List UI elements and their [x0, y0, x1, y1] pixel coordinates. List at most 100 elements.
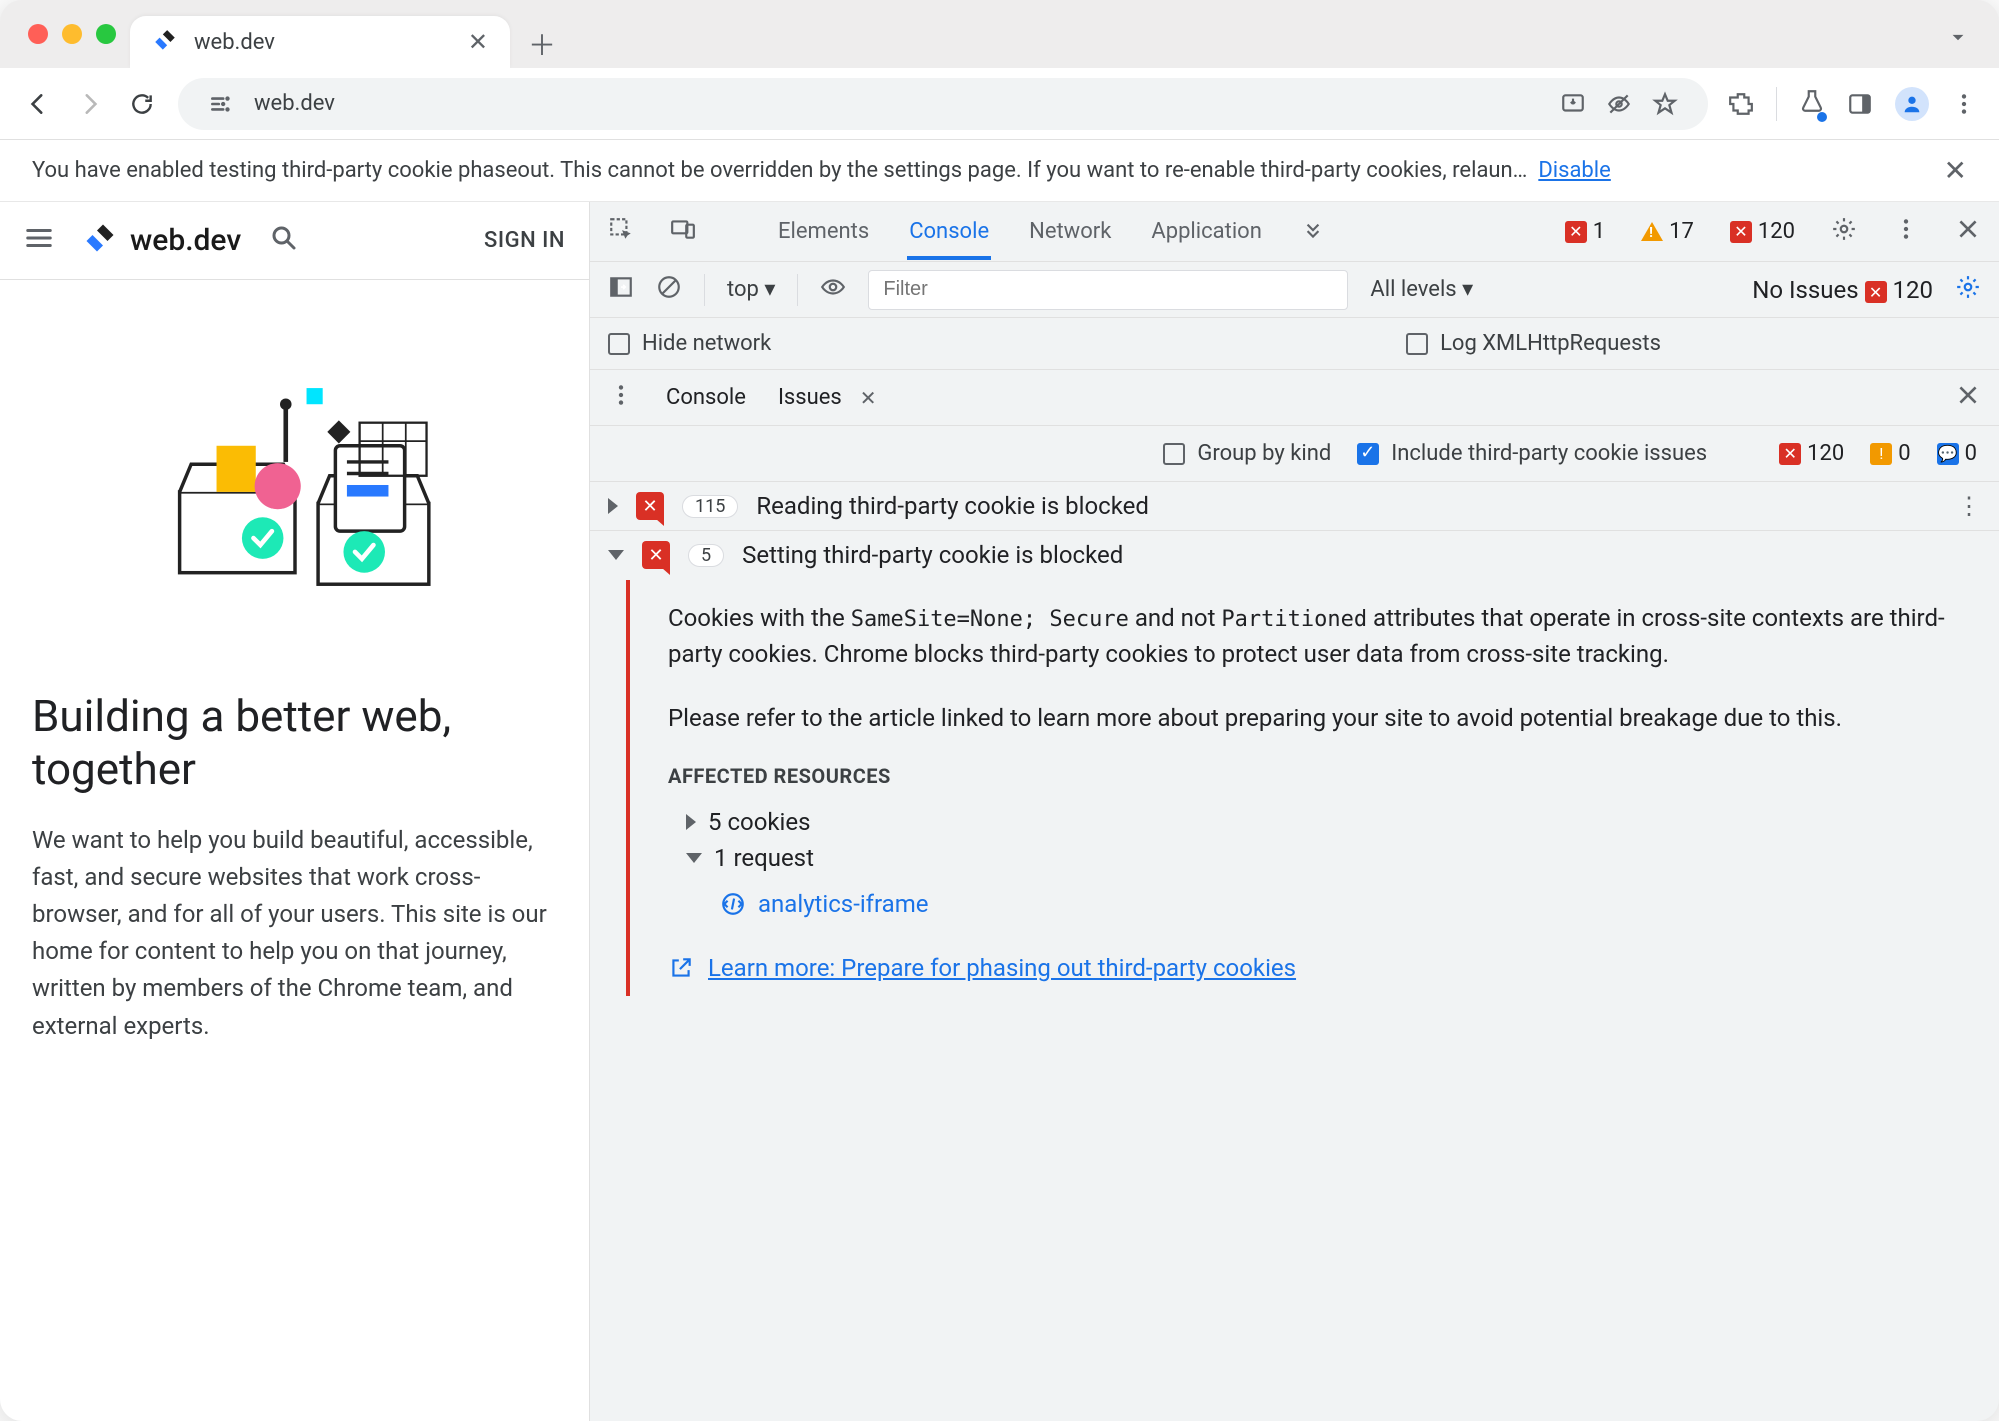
address-bar[interactable]: web.dev — [178, 78, 1708, 130]
tab-close-icon[interactable]: ✕ — [468, 28, 488, 56]
issue-row-reading[interactable]: ✕ 115 Reading third-party cookie is bloc… — [590, 482, 1999, 531]
labs-icon[interactable] — [1799, 88, 1825, 120]
devtools-menu-icon[interactable] — [1893, 216, 1919, 248]
browser-tab[interactable]: web.dev ✕ — [130, 16, 510, 68]
collapse-caret-icon[interactable] — [686, 853, 702, 863]
page-content: web.dev SIGN IN — [0, 202, 590, 1421]
search-icon[interactable] — [269, 223, 299, 259]
group-by-kind-checkbox[interactable]: Group by kind — [1163, 441, 1331, 466]
expand-caret-icon[interactable] — [608, 498, 618, 514]
issue-count-badge: 115 — [682, 495, 738, 518]
affected-resources-heading: AFFECTED RESOURCES — [668, 764, 1967, 788]
issues-blue-count[interactable]: 💬0 — [1937, 441, 1977, 466]
issue-title: Setting third-party cookie is blocked — [742, 541, 1123, 569]
console-toolbar: top ▾ All levels ▾ No Issues ✕ 120 — [590, 262, 1999, 318]
issue-title: Reading third-party cookie is blocked — [756, 492, 1149, 520]
message-count[interactable]: ✕120 — [1730, 219, 1795, 244]
reload-button[interactable] — [126, 88, 158, 120]
tab-dropdown-icon[interactable] — [1945, 24, 1981, 60]
side-panel-icon[interactable] — [1847, 91, 1873, 117]
brand-text: web.dev — [130, 223, 241, 258]
console-settings-bar: Hide network Log XMLHttpRequests — [590, 318, 1999, 370]
tab-favicon-icon — [152, 29, 178, 55]
maximize-window-icon[interactable] — [96, 24, 116, 44]
more-tabs-icon[interactable] — [1300, 216, 1326, 248]
issues-red-count[interactable]: ✕120 — [1779, 441, 1844, 466]
issues-orange-count[interactable]: !0 — [1870, 441, 1910, 466]
collapse-caret-icon[interactable] — [608, 550, 624, 560]
eye-off-icon[interactable] — [1606, 91, 1632, 117]
context-selector[interactable]: top ▾ — [727, 277, 775, 302]
drawer-menu-icon[interactable] — [608, 382, 634, 414]
infobar-close-icon[interactable]: ✕ — [1924, 154, 1967, 187]
bookmark-star-icon[interactable] — [1652, 91, 1678, 117]
issue-severity-icon: ✕ — [636, 492, 664, 520]
tab-strip: web.dev ✕ ＋ — [0, 0, 1999, 68]
iframe-icon — [720, 891, 746, 917]
issue-count-badge: 5 — [688, 544, 724, 567]
install-icon[interactable] — [1560, 91, 1586, 117]
browser-window: web.dev ✕ ＋ web.dev — [0, 0, 1999, 1421]
issue-severity-icon: ✕ — [642, 541, 670, 569]
devtools-close-icon[interactable] — [1955, 216, 1981, 248]
include-3p-cookies-checkbox[interactable]: Include third-party cookie issues — [1357, 441, 1707, 466]
logo-icon — [82, 223, 118, 259]
forward-button[interactable] — [74, 88, 106, 120]
tab-title: web.dev — [194, 30, 452, 55]
infobar-disable-link[interactable]: Disable — [1538, 158, 1610, 183]
separator — [1776, 87, 1777, 121]
drawer-tab-console[interactable]: Console — [666, 385, 746, 410]
issue-description-2: Please refer to the article linked to le… — [668, 700, 1967, 736]
console-sidebar-icon[interactable] — [608, 274, 634, 306]
drawer-tab-issues[interactable]: Issues — [778, 385, 842, 410]
chrome-menu-icon[interactable] — [1951, 91, 1977, 117]
issue-detail: Cookies with the SameSite=None; Secure a… — [626, 580, 1999, 996]
warning-count[interactable]: 17 — [1641, 219, 1694, 244]
profile-avatar[interactable] — [1895, 87, 1929, 121]
affected-resource-link[interactable]: analytics-iframe — [720, 890, 1967, 918]
expand-caret-icon[interactable] — [686, 814, 696, 830]
error-count[interactable]: ✕1 — [1565, 219, 1605, 244]
extensions-icon[interactable] — [1728, 91, 1754, 117]
page-headline: Building a better web, together — [32, 690, 557, 796]
live-expression-icon[interactable] — [820, 274, 846, 306]
new-tab-button[interactable]: ＋ — [524, 24, 560, 60]
browser-toolbar: web.dev — [0, 68, 1999, 140]
console-filter-input[interactable] — [868, 270, 1348, 310]
tab-network[interactable]: Network — [1027, 203, 1113, 260]
issue-menu-icon[interactable]: ⋮ — [1957, 492, 1981, 520]
log-xhr-checkbox[interactable]: Log XMLHttpRequests — [1406, 331, 1661, 356]
sign-in-button[interactable]: SIGN IN — [484, 228, 565, 253]
inspect-element-icon[interactable] — [608, 216, 634, 248]
infobar: You have enabled testing third-party coo… — [0, 140, 1999, 202]
tab-application[interactable]: Application — [1149, 203, 1263, 260]
tab-elements[interactable]: Elements — [776, 203, 871, 260]
devtools-tabbar: Elements Console Network Application ✕1 … — [590, 202, 1999, 262]
page-body-text: We want to help you build beautiful, acc… — [32, 822, 557, 1045]
console-settings-icon[interactable] — [1955, 274, 1981, 306]
log-levels-selector[interactable]: All levels ▾ — [1370, 277, 1473, 302]
device-toolbar-icon[interactable] — [670, 216, 696, 248]
affected-cookies[interactable]: 5 cookies — [668, 804, 1967, 840]
no-issues-link[interactable]: No Issues ✕ 120 — [1752, 276, 1933, 304]
affected-requests[interactable]: 1 request — [668, 840, 1967, 876]
minimize-window-icon[interactable] — [62, 24, 82, 44]
close-window-icon[interactable] — [28, 24, 48, 44]
site-logo[interactable]: web.dev — [82, 223, 241, 259]
back-button[interactable] — [22, 88, 54, 120]
site-settings-icon[interactable] — [208, 91, 234, 117]
menu-icon[interactable] — [24, 223, 54, 259]
learn-more-link[interactable]: Learn more: Prepare for phasing out thir… — [668, 954, 1967, 982]
clear-console-icon[interactable] — [656, 274, 682, 306]
tab-console[interactable]: Console — [907, 203, 991, 260]
drawer-tab-close-icon[interactable]: ✕ — [860, 386, 877, 410]
issue-description-1: Cookies with the SameSite=None; Secure a… — [668, 600, 1967, 672]
hide-network-checkbox[interactable]: Hide network — [608, 331, 771, 356]
url-text: web.dev — [254, 91, 335, 116]
external-link-icon — [668, 955, 694, 981]
issue-row-setting[interactable]: ✕ 5 Setting third-party cookie is blocke… — [590, 531, 1999, 580]
infobar-message: You have enabled testing third-party coo… — [32, 158, 1924, 183]
issues-toolbar: Group by kind Include third-party cookie… — [590, 426, 1999, 482]
devtools-settings-icon[interactable] — [1831, 216, 1857, 248]
drawer-close-icon[interactable] — [1955, 382, 1981, 414]
